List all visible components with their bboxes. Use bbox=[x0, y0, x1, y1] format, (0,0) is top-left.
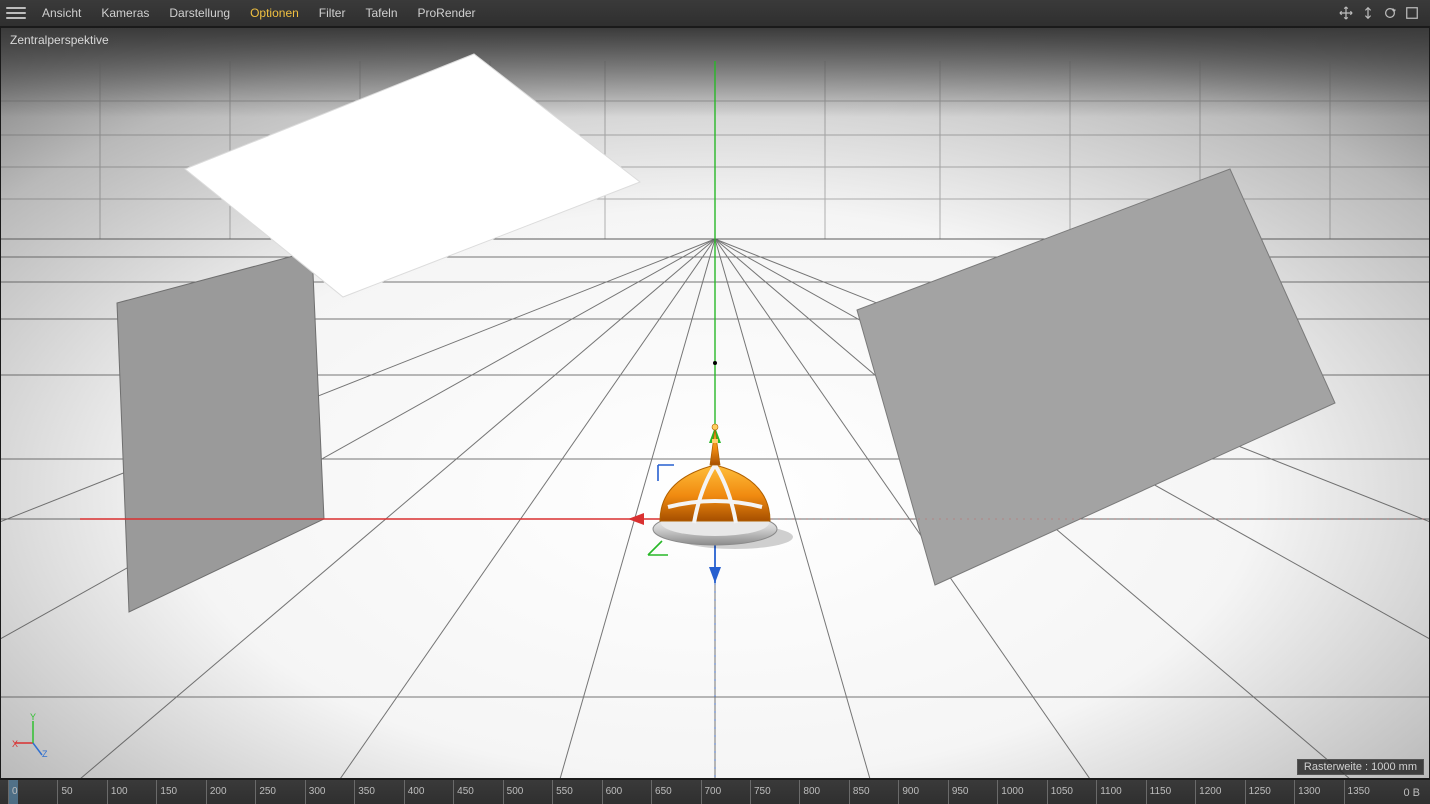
dolly-icon[interactable] bbox=[1360, 5, 1376, 21]
timeline-tick: 950 bbox=[948, 780, 949, 804]
scene-3d[interactable] bbox=[0, 27, 1430, 779]
view-label: Zentralperspektive bbox=[10, 33, 109, 47]
timeline-tick: 700 bbox=[701, 780, 702, 804]
timeline-tick: 100 bbox=[107, 780, 108, 804]
menu-darstellung[interactable]: Darstellung bbox=[159, 0, 240, 26]
timeline-end-label: 0 B bbox=[1393, 787, 1430, 799]
timeline-tick: 1250 bbox=[1245, 780, 1246, 804]
menu-ansicht[interactable]: Ansicht bbox=[32, 0, 91, 26]
maximize-icon[interactable] bbox=[1404, 5, 1420, 21]
timeline-tick: 1050 bbox=[1047, 780, 1048, 804]
axis-y-label: Y bbox=[30, 712, 36, 722]
timeline-tick: 750 bbox=[750, 780, 751, 804]
timeline-tick: 150 bbox=[156, 780, 157, 804]
menu-right-icons bbox=[1338, 5, 1428, 21]
axis-z-label: Z bbox=[42, 749, 48, 759]
timeline-tick: 500 bbox=[503, 780, 504, 804]
axis-gizmo[interactable]: X Y Z bbox=[12, 715, 54, 757]
orbit-icon[interactable] bbox=[1382, 5, 1398, 21]
timeline-tick: 300 bbox=[305, 780, 306, 804]
timeline-tick: 0 bbox=[8, 780, 9, 804]
viewport[interactable]: Zentralperspektive bbox=[0, 27, 1430, 779]
move-icon[interactable] bbox=[1338, 5, 1354, 21]
timeline-tick: 1000 bbox=[997, 780, 998, 804]
timeline-tick: 400 bbox=[404, 780, 405, 804]
timeline[interactable]: 0 50 100 150 200 250 300 350 400 450 500 550 600 650 7… bbox=[0, 779, 1430, 804]
timeline-tick: 900 bbox=[898, 780, 899, 804]
timeline-tick: 550 bbox=[552, 780, 553, 804]
timeline-tick: 450 bbox=[453, 780, 454, 804]
menu-kameras[interactable]: Kameras bbox=[91, 0, 159, 26]
timeline-tick: 1300 bbox=[1294, 780, 1295, 804]
timeline-tick: 1100 bbox=[1096, 780, 1097, 804]
timeline-tick: 50 bbox=[57, 780, 58, 804]
hamburger-icon[interactable] bbox=[6, 3, 26, 23]
timeline-tick: 800 bbox=[799, 780, 800, 804]
axis-x-label: X bbox=[12, 739, 18, 749]
menu-prorender[interactable]: ProRender bbox=[408, 0, 486, 26]
menu-bar: Ansicht Kameras Darstellung Optionen Fil… bbox=[0, 0, 1430, 27]
timeline-tick: 850 bbox=[849, 780, 850, 804]
timeline-tick: 250 bbox=[255, 780, 256, 804]
menu-optionen[interactable]: Optionen bbox=[240, 0, 309, 26]
menu-tafeln[interactable]: Tafeln bbox=[355, 0, 407, 26]
timeline-tick: 1150 bbox=[1146, 780, 1147, 804]
timeline-tick: 1200 bbox=[1195, 780, 1196, 804]
timeline-ruler[interactable]: 0 50 100 150 200 250 300 350 400 450 500 550 600 650 7… bbox=[8, 780, 1393, 804]
grid-spacing-label: Rasterweite : 1000 mm bbox=[1297, 759, 1424, 775]
timeline-tick: 350 bbox=[354, 780, 355, 804]
timeline-tick: 650 bbox=[651, 780, 652, 804]
timeline-tick: 1350 bbox=[1344, 780, 1345, 804]
menu-filter[interactable]: Filter bbox=[309, 0, 356, 26]
timeline-tick: 200 bbox=[206, 780, 207, 804]
timeline-tick: 600 bbox=[602, 780, 603, 804]
